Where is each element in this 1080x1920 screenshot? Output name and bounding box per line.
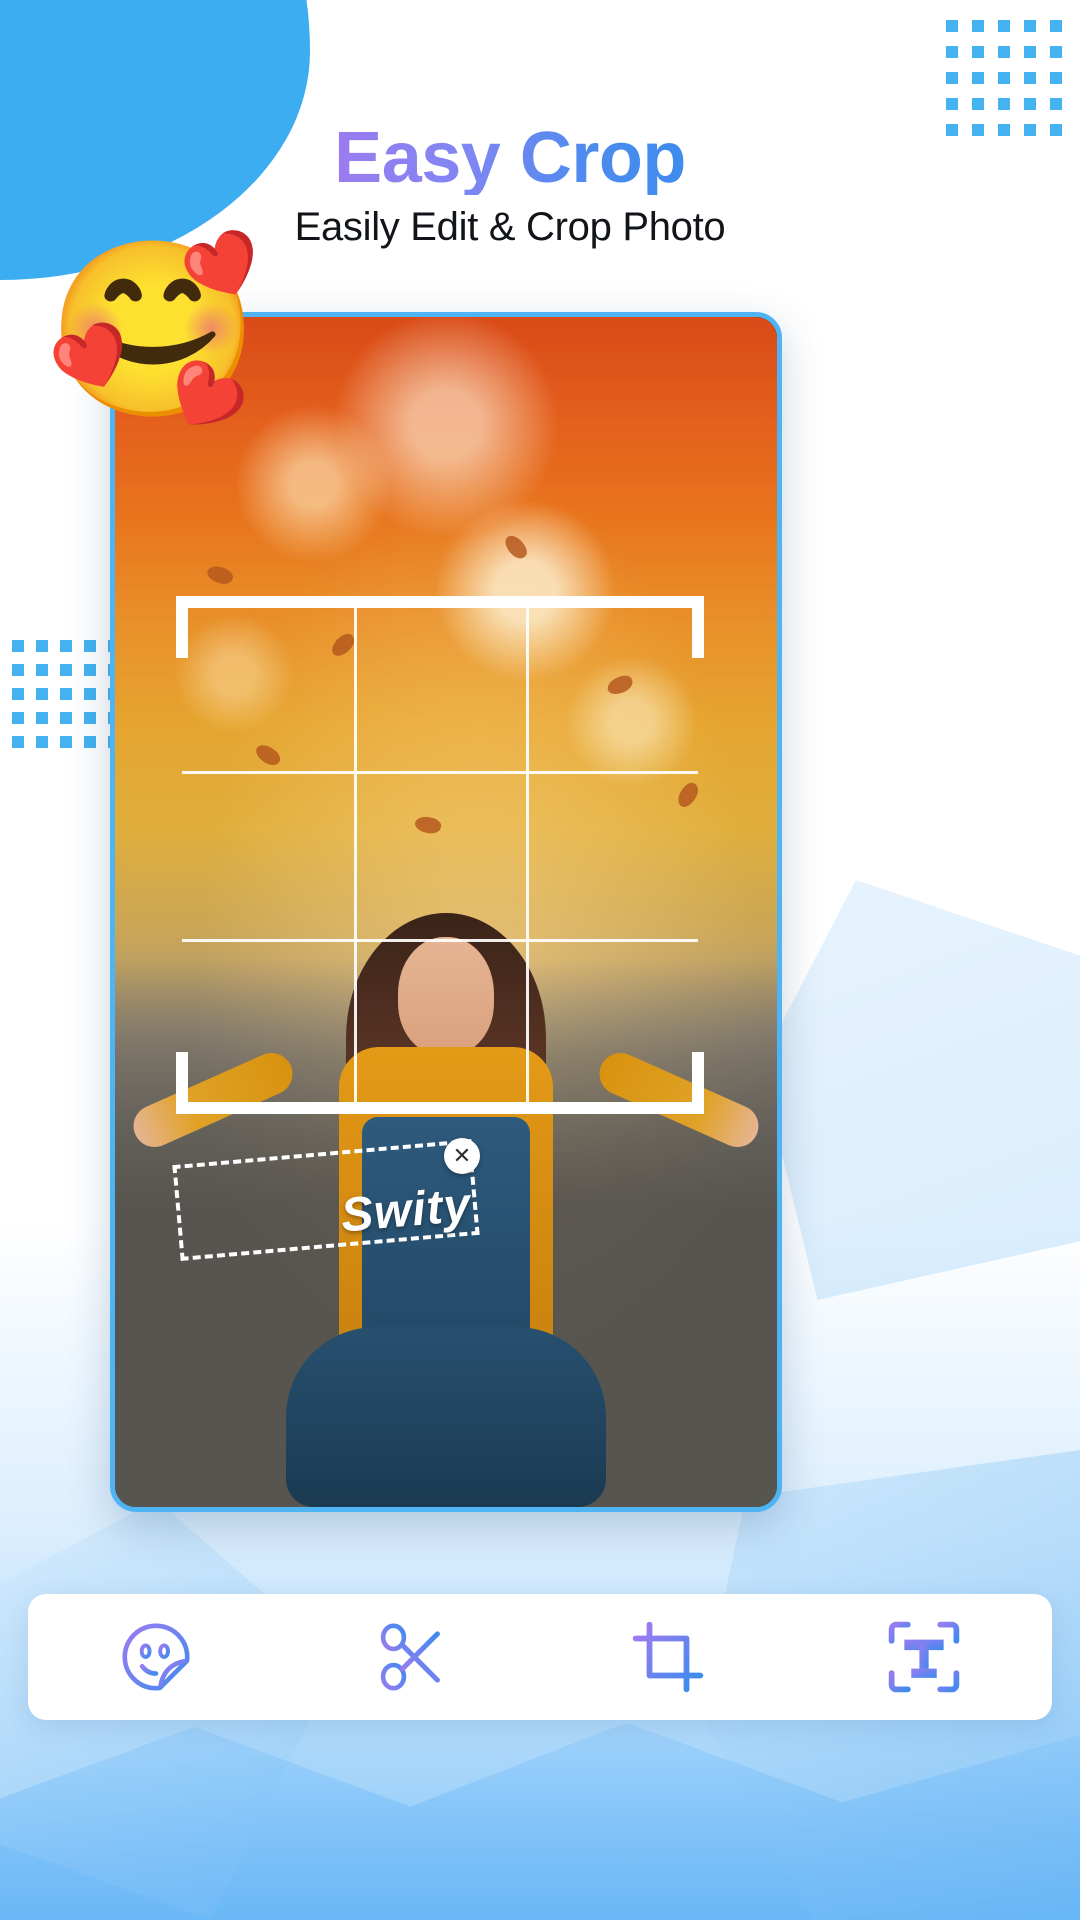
crop-gridline-horizontal-1 xyxy=(182,770,698,774)
crop-handle-bottom-right[interactable] xyxy=(692,1052,704,1114)
sticker-smiley-icon xyxy=(122,1623,190,1691)
page-title: Easy Crop xyxy=(334,118,686,198)
crop-gridline-horizontal-2 xyxy=(182,939,698,943)
dot-grid-mid-left xyxy=(12,640,120,748)
tool-button-sticker[interactable] xyxy=(81,1602,231,1712)
falling-leaf xyxy=(204,562,236,588)
crop-handle-top-left[interactable] xyxy=(176,596,188,658)
crop-edge-top[interactable] xyxy=(182,596,698,608)
crop-edge-bottom[interactable] xyxy=(182,1102,698,1114)
crop-gridline-vertical-1 xyxy=(353,602,357,1108)
scissors-icon xyxy=(380,1623,447,1691)
app-store-screenshot: Easy Crop Easily Edit & Crop Photo 🥰 Swi… xyxy=(0,0,1080,1920)
tool-button-cut[interactable] xyxy=(337,1602,487,1712)
editor-toolbar xyxy=(28,1594,1052,1720)
crop-gridline-vertical-2 xyxy=(525,602,529,1108)
text-sticker-label: Swity xyxy=(338,1178,474,1243)
header: Easy Crop Easily Edit & Crop Photo xyxy=(0,118,1080,250)
dot-grid-top-right xyxy=(946,20,1062,136)
close-icon[interactable]: ✕ xyxy=(444,1138,480,1174)
text-tool-icon xyxy=(888,1621,960,1693)
crop-icon xyxy=(632,1621,704,1693)
smiling-face-with-hearts-icon: 🥰 xyxy=(46,234,261,426)
crop-handle-bottom-left[interactable] xyxy=(176,1052,188,1114)
facet-shape-4 xyxy=(760,880,1080,1300)
tool-button-crop[interactable] xyxy=(593,1602,743,1712)
falling-leaf xyxy=(501,531,531,563)
crop-selection-overlay[interactable] xyxy=(176,596,704,1114)
subject-legs xyxy=(286,1327,606,1507)
tool-button-text[interactable] xyxy=(849,1602,999,1712)
crop-handle-top-right[interactable] xyxy=(692,596,704,658)
